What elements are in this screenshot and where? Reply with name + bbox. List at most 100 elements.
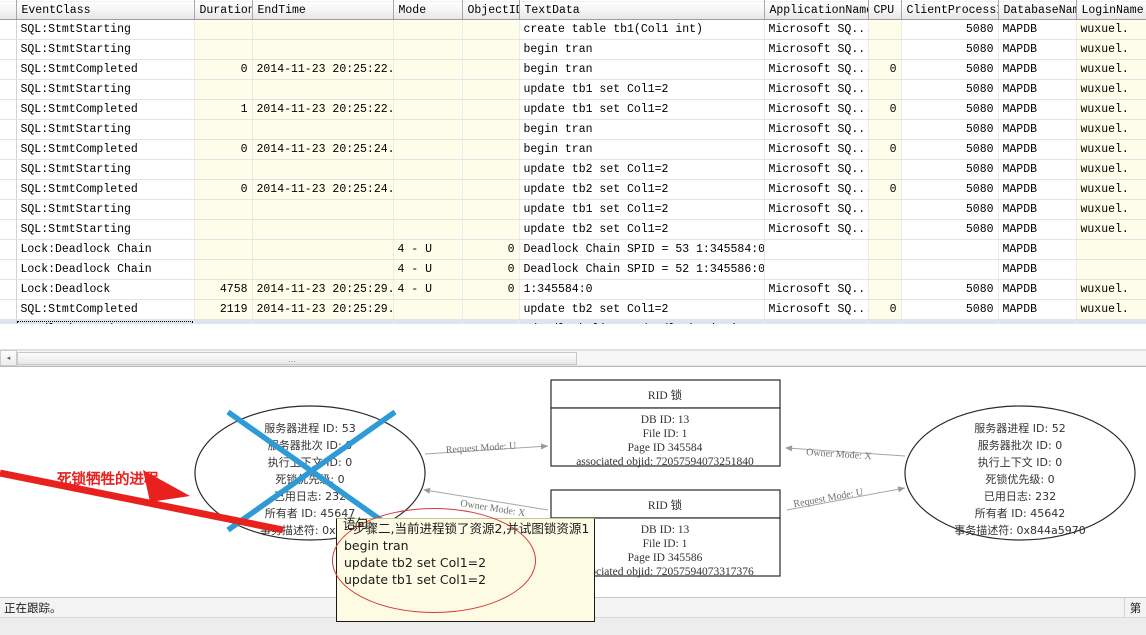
cell-endtime[interactable] (252, 219, 394, 240)
cell-textdata[interactable]: update tb2 set Col1=2 (519, 179, 765, 200)
cell-cpu[interactable] (868, 259, 902, 280)
cell-dbname[interactable]: MAPDB (998, 99, 1077, 120)
cell-duration[interactable] (194, 259, 253, 280)
cell-mode[interactable] (393, 199, 463, 220)
cell-mode[interactable] (393, 139, 463, 160)
cell-objectid[interactable]: 0 (462, 279, 520, 300)
cell-duration[interactable]: 4758 (194, 279, 253, 300)
cell-mode[interactable]: 4 - U (393, 239, 463, 260)
table-row[interactable]: SQL:StmtCompleted12014-11-23 20:25:22...… (0, 99, 1146, 120)
cell-dbname[interactable] (998, 319, 1077, 324)
row-gutter[interactable] (0, 239, 17, 260)
cell-cpu[interactable] (868, 219, 902, 240)
cell-mode[interactable] (393, 19, 463, 40)
cell-clientpid[interactable]: 5080 (901, 119, 999, 140)
cell-cpu[interactable]: 0 (868, 179, 902, 200)
cell-clientpid[interactable]: 5080 (901, 59, 999, 80)
cell-textdata[interactable]: 1:345584:0 (519, 279, 765, 300)
table-row[interactable]: SQL:StmtStarting update tb2 set Col1=2 Mic… (0, 219, 1146, 240)
cell-textdata[interactable]: update tb1 set Col1=2 (519, 79, 765, 100)
cell-clientpid[interactable]: 5080 (901, 99, 999, 120)
cell-cpu[interactable]: 0 (868, 299, 902, 320)
cell-mode[interactable] (393, 319, 463, 324)
cell-objectid[interactable] (462, 219, 520, 240)
column-header-dbname[interactable]: DatabaseName (998, 0, 1077, 20)
cell-dbname[interactable]: MAPDB (998, 259, 1077, 280)
cell-duration[interactable] (194, 79, 253, 100)
cell-duration[interactable] (194, 159, 253, 180)
row-gutter[interactable] (0, 159, 17, 180)
cell-mode[interactable] (393, 79, 463, 100)
cell-textdata[interactable]: Deadlock Chain SPID = 53 1:345584:0... (519, 239, 765, 260)
cell-clientpid[interactable] (901, 259, 999, 280)
row-gutter[interactable] (0, 59, 17, 80)
cell-duration[interactable]: 0 (194, 59, 253, 80)
cell-eventclass[interactable]: SQL:StmtCompleted (16, 59, 195, 80)
cell-appname[interactable]: Microsoft SQ... (764, 79, 869, 100)
cell-loginname[interactable]: wuxuel. (1076, 19, 1146, 40)
cell-endtime[interactable] (252, 319, 394, 324)
row-gutter[interactable] (0, 139, 17, 160)
table-row[interactable]: Lock:Deadlock Chain 4 - U 0 Deadlock Chain … (0, 259, 1146, 280)
table-body[interactable]: SQL:StmtStarting create table tb1(Col1 in… (0, 19, 1146, 324)
cell-cpu[interactable] (868, 239, 902, 260)
row-gutter[interactable] (0, 39, 17, 60)
cell-textdata[interactable]: <deadlock-list> <deadlock victim=... (519, 319, 765, 324)
table-row[interactable]: SQL:StmtCompleted02014-11-23 20:25:24...… (0, 139, 1146, 160)
cell-clientpid[interactable]: 5080 (901, 39, 999, 60)
cell-appname[interactable]: Microsoft SQ... (764, 199, 869, 220)
row-gutter[interactable] (0, 119, 17, 140)
table-row[interactable]: SQL:StmtStarting update tb1 set Col1=2 Mic… (0, 199, 1146, 220)
cell-loginname[interactable] (1076, 239, 1146, 260)
cell-duration[interactable] (194, 219, 253, 240)
grid-horizontal-scrollbar[interactable]: ◂ ⋯ (0, 349, 1146, 366)
cell-mode[interactable] (393, 179, 463, 200)
cell-appname[interactable] (764, 319, 869, 324)
cell-dbname[interactable]: MAPDB (998, 239, 1077, 260)
cell-loginname[interactable]: wuxuel. (1076, 79, 1146, 100)
table-row[interactable]: Deadlock graph <deadlock-list> <deadlock … (0, 319, 1146, 324)
cell-eventclass[interactable]: SQL:StmtStarting (16, 79, 195, 100)
cell-cpu[interactable] (868, 159, 902, 180)
cell-objectid[interactable] (462, 19, 520, 40)
cell-eventclass[interactable]: SQL:StmtStarting (16, 219, 195, 240)
cell-clientpid[interactable]: 5080 (901, 219, 999, 240)
cell-duration[interactable]: 2119 (194, 299, 253, 320)
column-header-appname[interactable]: ApplicationName (764, 0, 869, 20)
cell-dbname[interactable]: MAPDB (998, 219, 1077, 240)
cell-mode[interactable] (393, 219, 463, 240)
cell-appname[interactable] (764, 239, 869, 260)
scrollbar-track[interactable]: ⋯ (17, 350, 1146, 366)
table-row[interactable]: Lock:Deadlock47582014-11-23 20:25:29...4… (0, 279, 1146, 300)
cell-clientpid[interactable]: 5080 (901, 279, 999, 300)
cell-cpu[interactable] (868, 79, 902, 100)
cell-textdata[interactable]: Deadlock Chain SPID = 52 1:345586:0... (519, 259, 765, 280)
cell-objectid[interactable] (462, 99, 520, 120)
table-row[interactable]: SQL:StmtStarting update tb1 set Col1=2 Mic… (0, 79, 1146, 100)
cell-objectid[interactable] (462, 79, 520, 100)
cell-appname[interactable]: Microsoft SQ... (764, 299, 869, 320)
cell-loginname[interactable]: sa (1076, 319, 1146, 324)
cell-dbname[interactable]: MAPDB (998, 39, 1077, 60)
cell-duration[interactable] (194, 119, 253, 140)
cell-clientpid[interactable]: 5080 (901, 299, 999, 320)
cell-objectid[interactable] (462, 319, 520, 324)
row-gutter[interactable] (0, 179, 17, 200)
cell-endtime[interactable] (252, 79, 394, 100)
cell-objectid[interactable] (462, 139, 520, 160)
cell-eventclass[interactable]: SQL:StmtStarting (16, 19, 195, 40)
cell-loginname[interactable]: wuxuel. (1076, 119, 1146, 140)
cell-textdata[interactable]: begin tran (519, 139, 765, 160)
cell-endtime[interactable] (252, 239, 394, 260)
cell-duration[interactable] (194, 239, 253, 260)
cell-eventclass[interactable]: Lock:Deadlock Chain (16, 259, 195, 280)
cell-objectid[interactable] (462, 39, 520, 60)
cell-textdata[interactable]: create table tb1(Col1 int) (519, 19, 765, 40)
cell-mode[interactable]: 4 - U (393, 259, 463, 280)
cell-cpu[interactable] (868, 279, 902, 300)
cell-endtime[interactable] (252, 19, 394, 40)
cell-objectid[interactable] (462, 199, 520, 220)
cell-objectid[interactable]: 0 (462, 239, 520, 260)
cell-duration[interactable] (194, 199, 253, 220)
cell-loginname[interactable]: wuxuel. (1076, 199, 1146, 220)
